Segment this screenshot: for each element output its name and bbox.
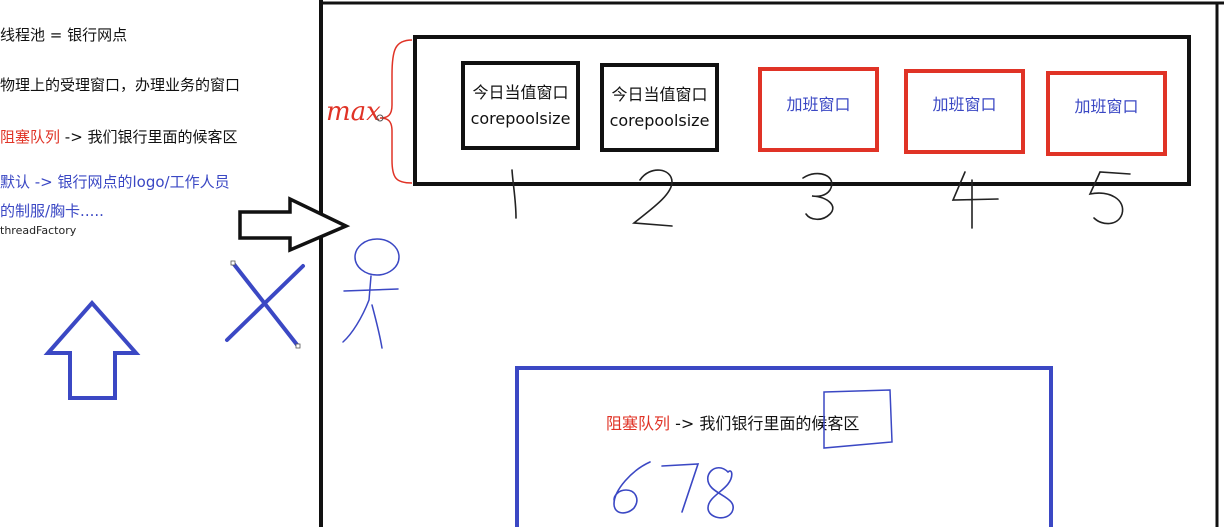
- whiteboard-drawing: max: [43, 0, 1224, 527]
- arrow-up-icon: [43, 299, 141, 400]
- digit-6: [613, 461, 651, 514]
- highlight-box: [823, 389, 893, 449]
- number-4: [951, 171, 999, 229]
- digit-8: [706, 466, 734, 519]
- selection-handle-icon: [230, 260, 236, 266]
- handwritten-678: [613, 461, 734, 519]
- max-label: max: [326, 97, 381, 127]
- selection-handle-icon: [295, 343, 301, 349]
- arrow-right-icon: [238, 196, 351, 253]
- cross-icon: [225, 261, 305, 348]
- digit-7: [661, 463, 700, 513]
- pool-container: [413, 35, 1191, 186]
- number-3: [802, 172, 834, 221]
- number-2: [631, 169, 673, 227]
- queue-box: [515, 366, 1053, 527]
- handwritten-numbers: [511, 169, 1131, 229]
- max-brace: [379, 39, 413, 184]
- number-5: [1088, 171, 1131, 225]
- person-figure-icon: [342, 238, 400, 349]
- number-1: [511, 169, 517, 219]
